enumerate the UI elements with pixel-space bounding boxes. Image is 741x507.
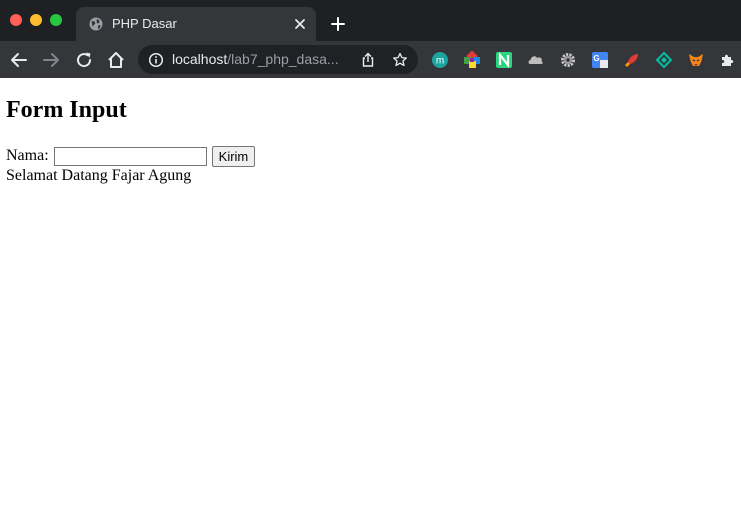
bookmark-star-icon[interactable] — [392, 52, 408, 68]
n-extension-icon[interactable] — [495, 51, 513, 69]
greeting-text: Selamat Datang Fajar Agung — [6, 167, 192, 184]
google-translate-extension-icon[interactable]: G — [591, 51, 609, 69]
back-arrow-icon[interactable] — [9, 50, 29, 70]
page-viewport: Form Input Nama: Kirim Selamat Datang Fa… — [0, 78, 741, 507]
window-minimize-button[interactable] — [30, 14, 42, 26]
puzzle-icon[interactable] — [719, 51, 737, 69]
name-form: Nama: Kirim — [6, 146, 256, 167]
home-icon[interactable] — [106, 50, 126, 70]
m-extension-icon[interactable]: m — [431, 51, 449, 69]
tab-title: PHP Dasar — [112, 16, 177, 31]
browser-tab[interactable]: PHP Dasar — [76, 7, 316, 41]
window-close-button[interactable] — [10, 14, 22, 26]
forward-arrow-icon[interactable] — [41, 50, 61, 70]
color-wheel-extension-icon[interactable] — [463, 51, 481, 69]
kirim-button[interactable]: Kirim — [211, 146, 256, 167]
url-host: localhost — [172, 51, 228, 67]
cloud-extension-icon[interactable] — [527, 51, 545, 69]
url-path: /lab7_php_dasa... — [227, 51, 339, 67]
metamask-fox-icon[interactable] — [687, 51, 705, 69]
gear-extension-icon[interactable] — [559, 51, 577, 69]
share-icon[interactable] — [360, 52, 376, 68]
svg-text:G: G — [593, 54, 599, 63]
diamond-extension-icon[interactable] — [655, 51, 673, 69]
tab-strip: PHP Dasar — [0, 0, 741, 41]
tab-close-icon[interactable] — [292, 16, 308, 32]
rocket-extension-icon[interactable] — [623, 51, 641, 69]
page-heading: Form Input — [6, 97, 127, 123]
info-icon[interactable] — [148, 52, 164, 68]
new-tab-plus-icon[interactable] — [329, 15, 347, 33]
svg-text:m: m — [436, 56, 444, 67]
browser-toolbar: localhost/lab7_php_dasa... m G — [0, 41, 741, 78]
url-text[interactable]: localhost/lab7_php_dasa... — [172, 51, 339, 67]
window-maximize-button[interactable] — [50, 14, 62, 26]
globe-icon — [89, 17, 103, 31]
address-bar[interactable]: localhost/lab7_php_dasa... — [138, 45, 418, 74]
name-input[interactable] — [53, 147, 207, 166]
name-label: Nama: — [6, 147, 49, 165]
reload-icon[interactable] — [74, 50, 94, 70]
